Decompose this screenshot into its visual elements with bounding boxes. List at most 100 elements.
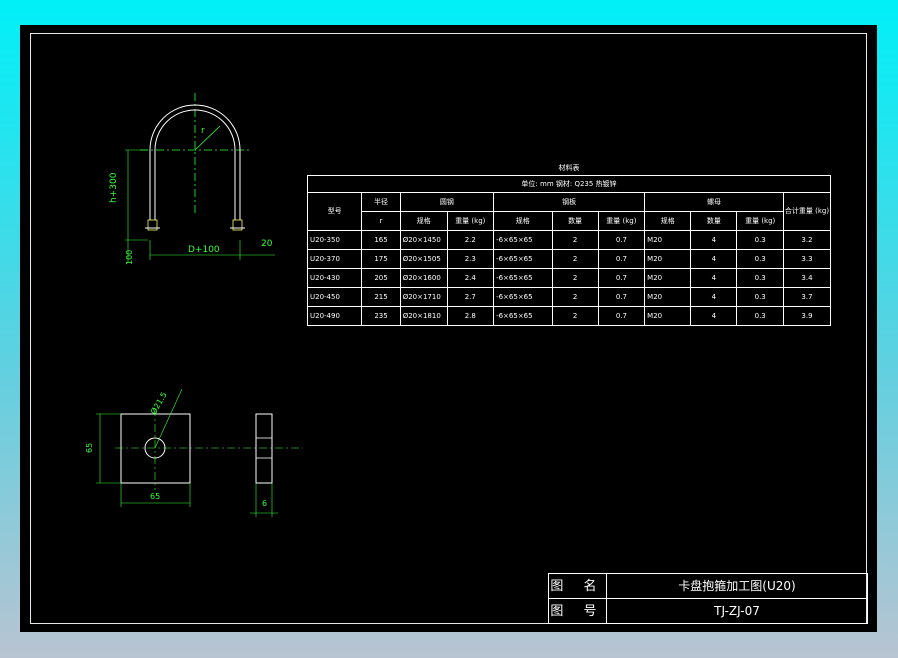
- header-radius-unit: r: [361, 211, 401, 231]
- header-round-steel: 圆钢: [399, 192, 495, 212]
- thickness-label: 6: [262, 499, 267, 508]
- header-round-weight: 重量 (kg): [446, 211, 495, 231]
- table-cell-nq: 4: [690, 287, 738, 307]
- plate-outline: [120, 413, 191, 484]
- table-cell-total: 3.4: [782, 268, 832, 288]
- header-flat-spec: 规格: [493, 211, 553, 231]
- table-row: U20-450 215 Ø20×1710 2.7 -6×65×65 2 0.7 M20 4 0.3…: [306, 287, 832, 307]
- header-flat-steel: 钢板: [493, 192, 646, 212]
- header-nut-qty: 数量: [690, 211, 738, 231]
- table-cell-r: 215: [361, 287, 401, 307]
- table-cell-rw: 2.8: [446, 306, 495, 326]
- header-radius: 半径: [361, 192, 401, 212]
- header-model: 型号: [306, 192, 363, 231]
- table-row: U20-490 235 Ø20×1810 2.8 -6×65×65 2 0.7 M20 4 0.3…: [306, 306, 832, 326]
- plate-plan-view: Ø21.5 65 65: [85, 388, 303, 507]
- table-cell-nq: 4: [690, 230, 738, 250]
- table-cell-model: U20-490: [306, 306, 363, 326]
- u-bolt-elevation: r h+300 100 D+100 20: [109, 93, 275, 265]
- plate-side-label: 65: [85, 443, 94, 453]
- table-cell-fw: 0.7: [597, 230, 646, 250]
- table-cell-fq: 2: [551, 230, 599, 250]
- table-cell-total: 3.9: [782, 306, 832, 326]
- table-cell-rspec: Ø20×1505: [399, 249, 448, 269]
- header-nut-weight: 重量 (kg): [736, 211, 784, 231]
- table-cell-fw: 0.7: [597, 268, 646, 288]
- table-subtitle: 单位: mm 钢材: Q235 热镀锌: [307, 175, 831, 193]
- table-cell-total: 3.2: [782, 230, 832, 250]
- table-cell-total: 3.3: [782, 249, 832, 269]
- table-cell-model: U20-370: [306, 249, 363, 269]
- width-label: D+100: [188, 245, 220, 255]
- table-title: 材料表: [558, 163, 580, 172]
- table-cell-fspec: -6×65×65: [493, 249, 553, 269]
- table-row: U20-370 175 Ø20×1505 2.3 -6×65×65 2 0.7 M20 4 0.3…: [306, 249, 832, 269]
- table-cell-fspec: -6×65×65: [493, 287, 553, 307]
- header-nut-spec: 规格: [644, 211, 692, 231]
- table-cell-nw: 0.3: [736, 230, 784, 250]
- table-cell-model: U20-430: [306, 268, 363, 288]
- header-round-spec: 规格: [399, 211, 448, 231]
- drawing-name-value: 卡盘抱箍加工图(U20): [678, 579, 796, 593]
- table-cell-r: 205: [361, 268, 401, 288]
- drawing-name-label: 图 名: [549, 574, 607, 599]
- header-flat-qty: 数量: [551, 211, 599, 231]
- plate-bottom-label: 65: [150, 492, 160, 501]
- title-block-number-row: 图 号 TJ-ZJ-07: [549, 599, 867, 624]
- table-cell-rspec: Ø20×1710: [399, 287, 448, 307]
- hole-label: Ø21.5: [148, 390, 169, 416]
- table-cell-nspec: M20: [644, 306, 692, 326]
- table-cell-fspec: -6×65×65: [493, 306, 553, 326]
- table-cell-fw: 0.7: [597, 306, 646, 326]
- thread-length-label: 100: [125, 250, 134, 265]
- cad-drawing-canvas: r h+300 100 D+100 20 Ø21.5 65 65 6 材料表 单…: [20, 25, 877, 632]
- table-cell-r: 175: [361, 249, 401, 269]
- table-cell-nspec: M20: [644, 268, 692, 288]
- table-cell-rspec: Ø20×1450: [399, 230, 448, 250]
- table-cell-fspec: -6×65×65: [493, 230, 553, 250]
- radius-label: r: [201, 126, 205, 136]
- table-cell-r: 235: [361, 306, 401, 326]
- table-cell-nspec: M20: [644, 287, 692, 307]
- radius-leader: [194, 125, 221, 151]
- drawing-number-value: TJ-ZJ-07: [714, 604, 760, 618]
- table-cell-fw: 0.7: [597, 287, 646, 307]
- title-block-name-row: 图 名 卡盘抱箍加工图(U20): [549, 574, 867, 599]
- table-cell-fspec: -6×65×65: [493, 268, 553, 288]
- table-cell-total: 3.7: [782, 287, 832, 307]
- table-cell-fq: 2: [551, 268, 599, 288]
- plate-side-view: 6: [250, 413, 278, 517]
- table-cell-rspec: Ø20×1810: [399, 306, 448, 326]
- drawing-views: r h+300 100 D+100 20 Ø21.5 65 65 6: [85, 93, 303, 517]
- table-cell-rw: 2.2: [446, 230, 495, 250]
- height-label: h+300: [109, 172, 119, 203]
- table-cell-nw: 0.3: [736, 268, 784, 288]
- table-cell-model: U20-350: [306, 230, 363, 250]
- table-cell-rw: 2.7: [446, 287, 495, 307]
- table-cell-rspec: Ø20×1600: [399, 268, 448, 288]
- table-cell-rw: 2.3: [446, 249, 495, 269]
- table-cell-nq: 4: [690, 249, 738, 269]
- table-cell-model: U20-450: [306, 287, 363, 307]
- table-cell-nw: 0.3: [736, 306, 784, 326]
- table-cell-nq: 4: [690, 268, 738, 288]
- header-nut: 螺母: [644, 192, 784, 212]
- table-cell-nw: 0.3: [736, 287, 784, 307]
- header-flat-weight: 重量 (kg): [597, 211, 646, 231]
- table-cell-r: 165: [361, 230, 401, 250]
- material-table: 材料表 单位: mm 钢材: Q235 热镀锌 型号 半径 圆钢 钢板 螺母 合…: [306, 161, 832, 326]
- offset-label: 20: [261, 239, 273, 249]
- table-cell-fq: 2: [551, 249, 599, 269]
- title-block: 图 名 卡盘抱箍加工图(U20) 图 号 TJ-ZJ-07: [548, 573, 868, 624]
- plate-side-outline: [255, 413, 273, 484]
- table-cell-fq: 2: [551, 287, 599, 307]
- drawing-number-label: 图 号: [549, 599, 607, 624]
- table-row: U20-350 165 Ø20×1450 2.2 -6×65×65 2 0.7 M20 4 0.3…: [306, 230, 832, 250]
- table-cell-nspec: M20: [644, 230, 692, 250]
- table-cell-fq: 2: [551, 306, 599, 326]
- table-cell-nw: 0.3: [736, 249, 784, 269]
- table-cell-nq: 4: [690, 306, 738, 326]
- header-total-weight: 合计重量 (kg): [782, 192, 832, 231]
- table-cell-nspec: M20: [644, 249, 692, 269]
- material-rows: U20-350 165 Ø20×1450 2.2 -6×65×65 2 0.7 M20 4 0.3…: [306, 230, 832, 326]
